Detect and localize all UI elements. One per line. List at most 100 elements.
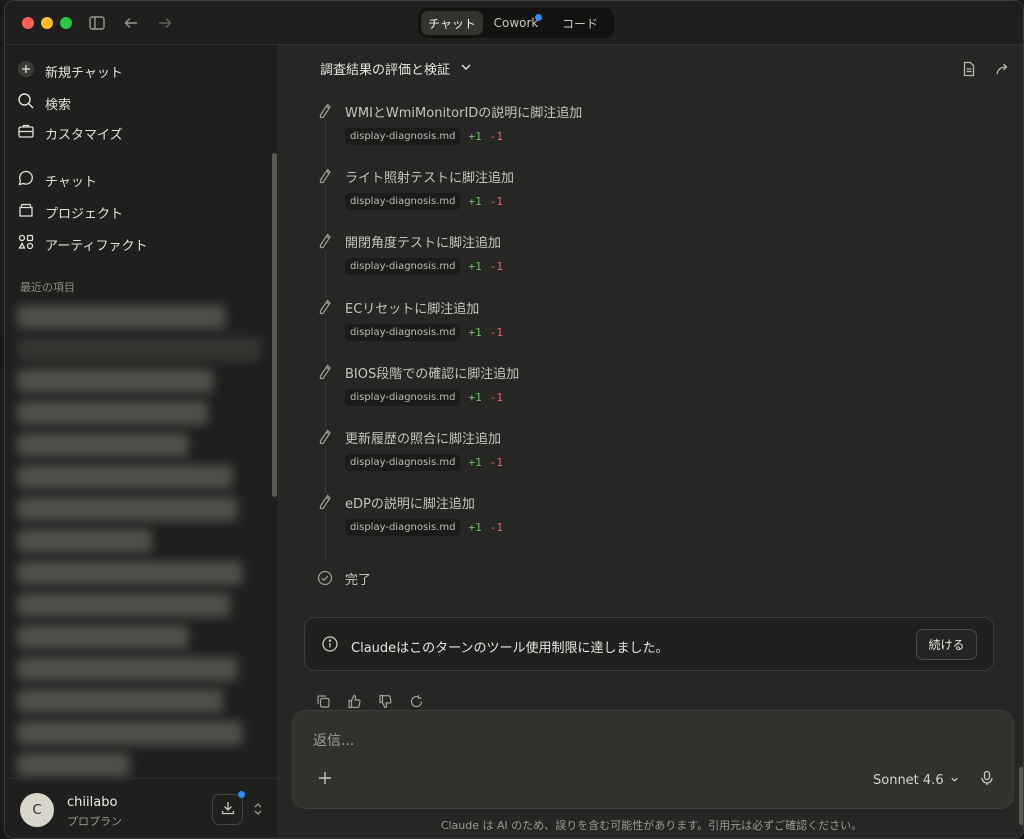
lines-added: +1	[468, 195, 482, 209]
plus-circle-icon	[17, 60, 35, 82]
microphone-button[interactable]	[976, 769, 998, 791]
model-label: Sonnet 4.6	[873, 773, 944, 788]
chevron-up-down-icon[interactable]	[252, 800, 264, 818]
lines-added: +1	[468, 390, 482, 404]
notification-dot	[238, 791, 245, 798]
pencil-icon	[315, 231, 335, 252]
reply-input[interactable]	[313, 733, 813, 749]
sidebar: 新規チャット 検索 カスタマイズ チャット プロジェクト アーティファクト 最近…	[5, 45, 279, 838]
microphone-icon	[979, 770, 995, 790]
zoom-window-button[interactable]	[60, 17, 72, 29]
list-item[interactable]	[17, 561, 262, 585]
document-icon[interactable]	[959, 59, 979, 79]
list-item[interactable]	[17, 401, 262, 425]
sidebar-item-search[interactable]: 検索	[17, 90, 71, 116]
file-chip[interactable]: display-diagnosis.md	[345, 258, 461, 276]
sidebar-item-customize[interactable]: カスタマイズ	[17, 120, 123, 146]
list-item[interactable]	[17, 369, 262, 393]
list-item[interactable]	[17, 657, 262, 681]
step-title: 更新履歴の照合に脚注追加	[345, 432, 502, 447]
sidebar-item-label: カスタマイズ	[45, 127, 123, 143]
lines-added: +1	[468, 325, 482, 339]
step-meta: display-diagnosis.md +1 -1	[345, 323, 503, 341]
lines-added: +1	[468, 521, 482, 535]
sidebar-item-new-chat[interactable]: 新規チャット	[17, 58, 123, 84]
avatar: C	[20, 793, 54, 827]
file-chip[interactable]: display-diagnosis.md	[345, 193, 461, 211]
step-title: 開閉角度テストに脚注追加	[345, 236, 502, 252]
file-chip[interactable]: display-diagnosis.md	[345, 519, 461, 537]
download-button[interactable]	[212, 791, 245, 825]
retry-icon[interactable]	[408, 693, 425, 710]
file-chip[interactable]: display-diagnosis.md	[345, 323, 461, 341]
sidebar-item-projects[interactable]: プロジェクト	[17, 199, 123, 225]
check-circle-icon	[315, 568, 335, 588]
tab-cowork-label: Cowork	[493, 16, 539, 30]
lines-added: +1	[468, 130, 482, 143]
chat-title-dropdown[interactable]: 調査結果の評価と検証	[320, 59, 472, 78]
step-title: eDPの説明に脚注追加	[345, 497, 475, 513]
list-item[interactable]	[17, 497, 262, 521]
copy-icon[interactable]	[315, 693, 332, 710]
mode-switcher: チャット Cowork コード	[418, 8, 614, 38]
list-item[interactable]	[17, 753, 262, 777]
file-chip[interactable]: display-diagnosis.md	[345, 454, 461, 471]
step-meta: display-diagnosis.md +1 -1	[345, 128, 503, 145]
sidebar-item-label: 検索	[45, 97, 72, 113]
thumbs-up-icon[interactable]	[346, 693, 363, 710]
forward-arrow-icon[interactable]	[154, 12, 176, 34]
list-item[interactable]	[17, 625, 262, 649]
list-item[interactable]	[17, 433, 262, 457]
tab-code[interactable]: コード	[549, 11, 611, 35]
list-item[interactable]	[17, 529, 262, 553]
list-item[interactable]	[17, 465, 262, 489]
artifacts-icon	[17, 233, 35, 255]
continue-button[interactable]: 続ける	[916, 629, 977, 660]
page-title: 調査結果の評価と検証	[320, 63, 451, 78]
done-label: 完了	[345, 573, 372, 588]
user-plan: プロプラン	[67, 815, 122, 828]
step-meta: display-diagnosis.md +1 -1	[345, 258, 503, 276]
list-item[interactable]	[17, 689, 262, 713]
sidebar-toggle-icon[interactable]	[86, 12, 108, 34]
list-item[interactable]	[17, 337, 262, 361]
pencil-icon	[315, 296, 335, 317]
back-arrow-icon[interactable]	[120, 12, 142, 34]
composer: Sonnet 4.6	[292, 710, 1014, 809]
download-icon	[220, 800, 236, 820]
file-chip[interactable]: display-diagnosis.md	[345, 388, 461, 406]
notice-text: Claudeはこのターンのツール使用制限に達しました。	[351, 641, 669, 656]
title-bar: チャット Cowork コード	[5, 1, 1023, 45]
sidebar-item-chats[interactable]: チャット	[17, 167, 97, 193]
close-window-button[interactable]	[22, 17, 34, 29]
tool-limit-notice: Claudeはこのターンのツール使用制限に達しました。 続ける	[304, 617, 994, 671]
list-item[interactable]	[17, 593, 262, 617]
tab-cowork[interactable]: Cowork	[485, 11, 547, 35]
step-title: WMIとWmiMonitorIDの説明に脚注追加	[345, 106, 583, 121]
list-item[interactable]	[17, 305, 262, 329]
sidebar-item-artifacts[interactable]: アーティファクト	[17, 231, 147, 257]
main-scrollbar[interactable]	[1019, 767, 1023, 825]
tab-chat[interactable]: チャット	[421, 11, 483, 35]
chevron-down-icon	[950, 773, 959, 788]
model-selector[interactable]: Sonnet 4.6	[873, 773, 959, 788]
tab-chat-label: チャット	[428, 16, 476, 31]
step-title: BIOS段階での確認に脚注追加	[345, 366, 520, 382]
pencil-icon	[315, 492, 335, 513]
notification-dot	[535, 14, 542, 21]
plus-icon	[317, 770, 333, 790]
add-attachment-button[interactable]	[314, 769, 336, 791]
chevron-down-icon	[460, 61, 472, 77]
lines-added: +1	[468, 456, 482, 469]
step-meta: display-diagnosis.md +1 -1	[345, 193, 503, 211]
thumbs-down-icon[interactable]	[377, 693, 394, 710]
share-icon[interactable]	[993, 59, 1013, 79]
user-profile-bar[interactable]: C chiilabo プロプラン	[5, 778, 278, 838]
sidebar-scrollbar[interactable]	[272, 153, 277, 497]
lines-removed: -1	[489, 325, 503, 339]
list-item[interactable]	[17, 721, 262, 745]
pencil-icon	[315, 101, 335, 121]
file-chip[interactable]: display-diagnosis.md	[345, 128, 461, 145]
minimize-window-button[interactable]	[41, 17, 53, 29]
folder-icon	[17, 201, 35, 223]
